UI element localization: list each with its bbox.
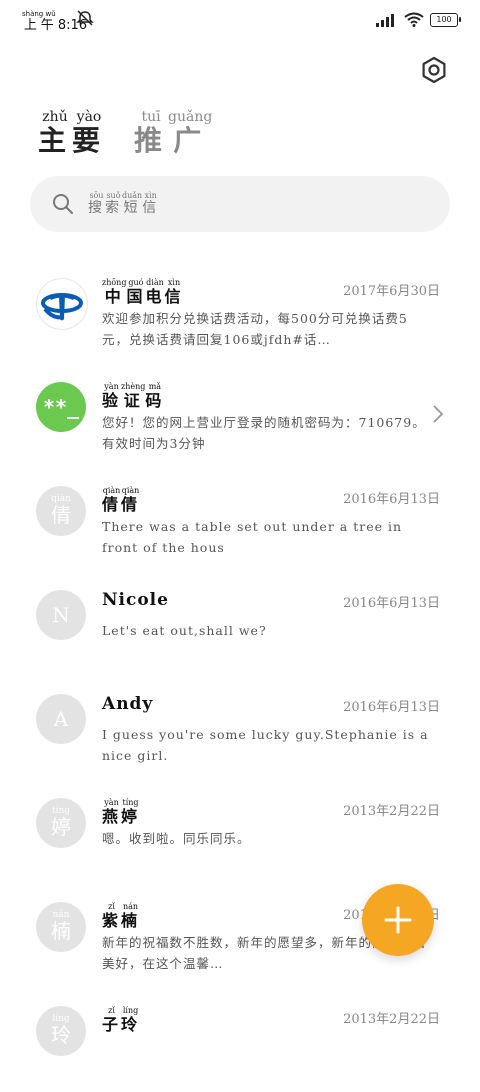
wifi-icon [404, 12, 424, 27]
tab-promotions[interactable]: 推tuī广guǎng [134, 109, 212, 159]
avatar: N [36, 590, 86, 640]
telecom-logo-icon [41, 293, 83, 321]
contact-name: Nicole [102, 590, 169, 610]
contact-name: 燕yàn婷tíng [102, 798, 141, 826]
message-preview: Let's eat out,shall we? [102, 623, 267, 638]
search-placeholder: 搜sōu索suǒ短duǎn信xìn [88, 191, 160, 216]
list-item[interactable]: 玲líng 子zǐ玲líng 2013年2月22日 [0, 988, 480, 1092]
contact-name: 倩qiàn倩qiàn [102, 486, 141, 514]
message-date: 2016年6月13日 [343, 700, 440, 715]
message-date: 2016年6月13日 [343, 596, 440, 611]
message-preview: 您好！您的网上营业厅登录的随机密码为：710679。有效时间为3分钟 [102, 415, 426, 451]
list-item[interactable]: 中zhōng国guó电diàn信xìn 2017年6月30日 欢迎参加积分兑换话… [0, 260, 480, 364]
list-item[interactable]: **_ 验yàn证zhèng码mǎ 您好！您的网上营业厅登录的随机密码为：710… [0, 364, 480, 468]
tab-bar: 主zhǔ要yào 推tuī广guǎng [38, 109, 212, 159]
battery-icon: 100 [430, 12, 461, 27]
avatar: A [36, 694, 86, 744]
message-date: 2016年6月13日 [343, 492, 440, 507]
new-message-button[interactable] [362, 884, 434, 956]
search-input[interactable]: 搜sōu索suǒ短duǎn信xìn [30, 176, 450, 232]
list-item[interactable]: A Andy 2016年6月13日 I guess you're some lu… [0, 676, 480, 780]
gear-icon [422, 56, 446, 84]
message-preview: There was a table set out under a tree i… [102, 519, 403, 555]
plus-icon [384, 906, 412, 934]
contact-name: 紫zǐ楠nán [102, 902, 141, 930]
message-preview: 嗯。收到啦。同乐同乐。 [102, 831, 251, 846]
message-list: 中zhōng国guó电diàn信xìn 2017年6月30日 欢迎参加积分兑换话… [0, 260, 480, 1092]
message-date: 2017年6月30日 [343, 284, 440, 299]
contact-name: 验yàn证zhèng码mǎ [102, 382, 165, 410]
tab-main[interactable]: 主zhǔ要yào [38, 109, 106, 159]
signal-icon [376, 13, 394, 27]
avatar: 倩qiàn [36, 486, 86, 536]
chevron-right-icon[interactable] [432, 404, 444, 424]
list-item[interactable]: 倩qiàn 倩qiàn倩qiàn 2016年6月13日 There was a … [0, 468, 480, 572]
telecom-logo-avatar [36, 278, 88, 330]
status-bar: 上午shàng wǔ 8:16 100 [0, 0, 480, 40]
contact-name: 子zǐ玲líng [102, 1006, 141, 1034]
message-date: 2013年2月22日 [343, 1012, 440, 1027]
avatar: 婷tíng [36, 798, 86, 848]
avatar: 玲líng [36, 1006, 86, 1056]
list-item[interactable]: 婷tíng 燕yàn婷tíng 2013年2月22日 嗯。收到啦。同乐同乐。 [0, 780, 480, 884]
verification-avatar: **_ [36, 382, 86, 432]
list-item[interactable]: N Nicole 2016年6月13日 Let's eat out,shall … [0, 572, 480, 676]
settings-button[interactable] [418, 54, 450, 86]
contact-name: Andy [102, 694, 154, 714]
message-date: 2013年2月22日 [343, 804, 440, 819]
contact-name: 中zhōng国guó电diàn信xìn [102, 278, 184, 306]
avatar: 楠nán [36, 902, 86, 952]
dnd-icon [76, 10, 94, 26]
message-preview: I guess you're some lucky guy.Stephanie … [102, 727, 429, 763]
message-preview: 欢迎参加积分兑换话费活动，每500分可兑换话费5元，兑换话费请回复106或jfd… [102, 311, 408, 347]
search-icon [53, 194, 73, 214]
